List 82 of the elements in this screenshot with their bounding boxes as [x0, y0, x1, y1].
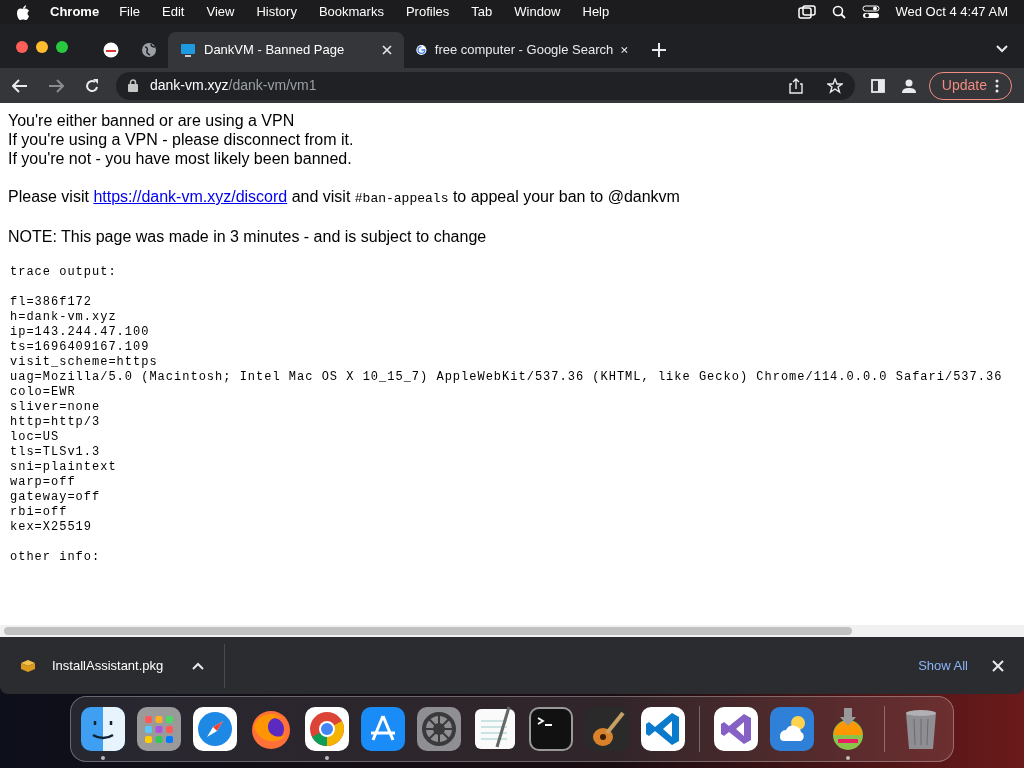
- trace-line: visit_scheme=https: [10, 355, 159, 370]
- menu-item[interactable]: Help: [582, 2, 610, 22]
- search-icon[interactable]: [831, 5, 846, 19]
- trace-line: uag=Mozilla/5.0 (Macintosh; Intel Mac OS X 10_15_7) AppleWebKit/537.36 (KHTML, like Gecko) Chrome/114.0.0.0 Safari/537.36: [10, 370, 1004, 385]
- star-icon[interactable]: [826, 77, 843, 94]
- toggle-icon[interactable]: [861, 5, 880, 19]
- close-icon[interactable]: [621, 45, 628, 55]
- menu-item[interactable]: File: [119, 2, 141, 22]
- apple-icon[interactable]: [16, 4, 30, 20]
- gear-icon[interactable]: [415, 704, 463, 753]
- horizontal-scrollbar[interactable]: [4, 627, 852, 635]
- trace-heading: other info:: [10, 550, 102, 565]
- trace-line: rbi=off: [10, 505, 69, 520]
- download-item[interactable]: InstallAssistant.pkg: [52, 655, 192, 676]
- new-tab-icon[interactable]: [652, 43, 666, 57]
- window-control-icon[interactable]: [56, 41, 68, 53]
- window-icon[interactable]: [797, 5, 816, 19]
- guitar-icon[interactable]: [583, 704, 631, 753]
- chevron-down-icon[interactable]: [996, 45, 1008, 53]
- ide-icon[interactable]: [712, 704, 760, 753]
- globe-icon: [141, 42, 157, 58]
- app-store-icon[interactable]: [359, 704, 407, 753]
- close-icon[interactable]: [992, 659, 1004, 672]
- terminal-icon[interactable]: [527, 704, 575, 753]
- trace-line: h=dank-vm.xyz: [10, 310, 118, 325]
- reload-icon[interactable]: [84, 77, 100, 94]
- browser-tab[interactable]: DankVM - Banned Page: [168, 32, 404, 68]
- trace-heading: trace output:: [10, 265, 118, 280]
- text-line: You're either banned or are using a VPN: [8, 111, 296, 130]
- trace-line: warp=off: [10, 475, 77, 490]
- address-bar[interactable]: dank-vm.xyz/dank-vm/vm1: [116, 71, 855, 100]
- window-control-icon[interactable]: [16, 41, 28, 53]
- package-icon: [20, 658, 36, 673]
- share-icon[interactable]: [788, 77, 803, 94]
- menu-item[interactable]: Window: [514, 2, 561, 22]
- google-icon: [416, 42, 427, 58]
- trace-line: ts=1696409167.109: [10, 340, 151, 355]
- compass-icon[interactable]: [191, 704, 239, 753]
- back-icon[interactable]: [12, 77, 28, 94]
- menu-item[interactable]: History: [256, 2, 297, 22]
- trace-line: colo=EWR: [10, 385, 77, 400]
- profile-icon[interactable]: [900, 77, 917, 94]
- link[interactable]: https://dank-vm.xyz/discord: [93, 188, 288, 205]
- menu-item[interactable]: View: [206, 2, 235, 22]
- tab-title: free computer - Google Search: [434, 41, 614, 60]
- url-text: dank-vm.xyz/dank-vm/vm1: [150, 76, 318, 95]
- monitor-icon: [180, 42, 196, 58]
- forward-icon[interactable]: [48, 77, 64, 94]
- trace-line: ip=143.244.47.100: [10, 325, 151, 340]
- tab-title: DankVM - Banned Page: [204, 41, 346, 60]
- menu-item[interactable]: Bookmarks: [318, 2, 384, 22]
- text-line: NOTE: This page was made in 3 minutes - and is subject to change: [8, 227, 488, 246]
- paragraph: Please visit https://dank-vm.xyz/discord and visit #ban-appeals to appeal your ban to @dankvm: [8, 187, 681, 208]
- trace-line: kex=X25519: [10, 520, 93, 535]
- code-editor-icon[interactable]: [639, 704, 687, 753]
- more-icon[interactable]: [995, 78, 999, 93]
- logo-icon: [103, 42, 119, 58]
- app-menu[interactable]: Chrome: [50, 2, 100, 22]
- text-line: If you're not - you have most likely been banned.: [8, 149, 353, 168]
- trace-line: http=http/3: [10, 415, 102, 430]
- chrome-icon[interactable]: [303, 704, 351, 753]
- chevron-up-icon[interactable]: [192, 661, 204, 670]
- trace-line: sni=plaintext: [10, 460, 118, 475]
- window-control-icon[interactable]: [36, 41, 48, 53]
- clock: Wed Oct 4 4:47 AM: [895, 3, 1008, 22]
- app-grid-icon[interactable]: [135, 704, 183, 753]
- weather-icon[interactable]: [768, 704, 816, 753]
- browser-tab[interactable]: free computer - Google Search: [404, 32, 640, 68]
- trace-line: loc=US: [10, 430, 61, 445]
- trace-line: tls=TLSv1.3: [10, 445, 102, 460]
- close-icon[interactable]: [382, 45, 392, 55]
- trace-line: gateway=off: [10, 490, 102, 505]
- trace-line: fl=386f172: [10, 295, 93, 310]
- menu-item[interactable]: Profiles: [405, 2, 450, 22]
- menu-item[interactable]: Edit: [162, 2, 185, 22]
- side-panel-icon[interactable]: [870, 78, 885, 93]
- show-all-link[interactable]: Show All: [918, 655, 968, 676]
- text-line: If you're using a VPN - please disconnect from it.: [8, 130, 355, 149]
- finder-icon[interactable]: [79, 704, 127, 753]
- trace-line: sliver=none: [10, 400, 102, 415]
- lock-icon: [128, 79, 138, 92]
- menu-item[interactable]: Tab: [471, 2, 493, 22]
